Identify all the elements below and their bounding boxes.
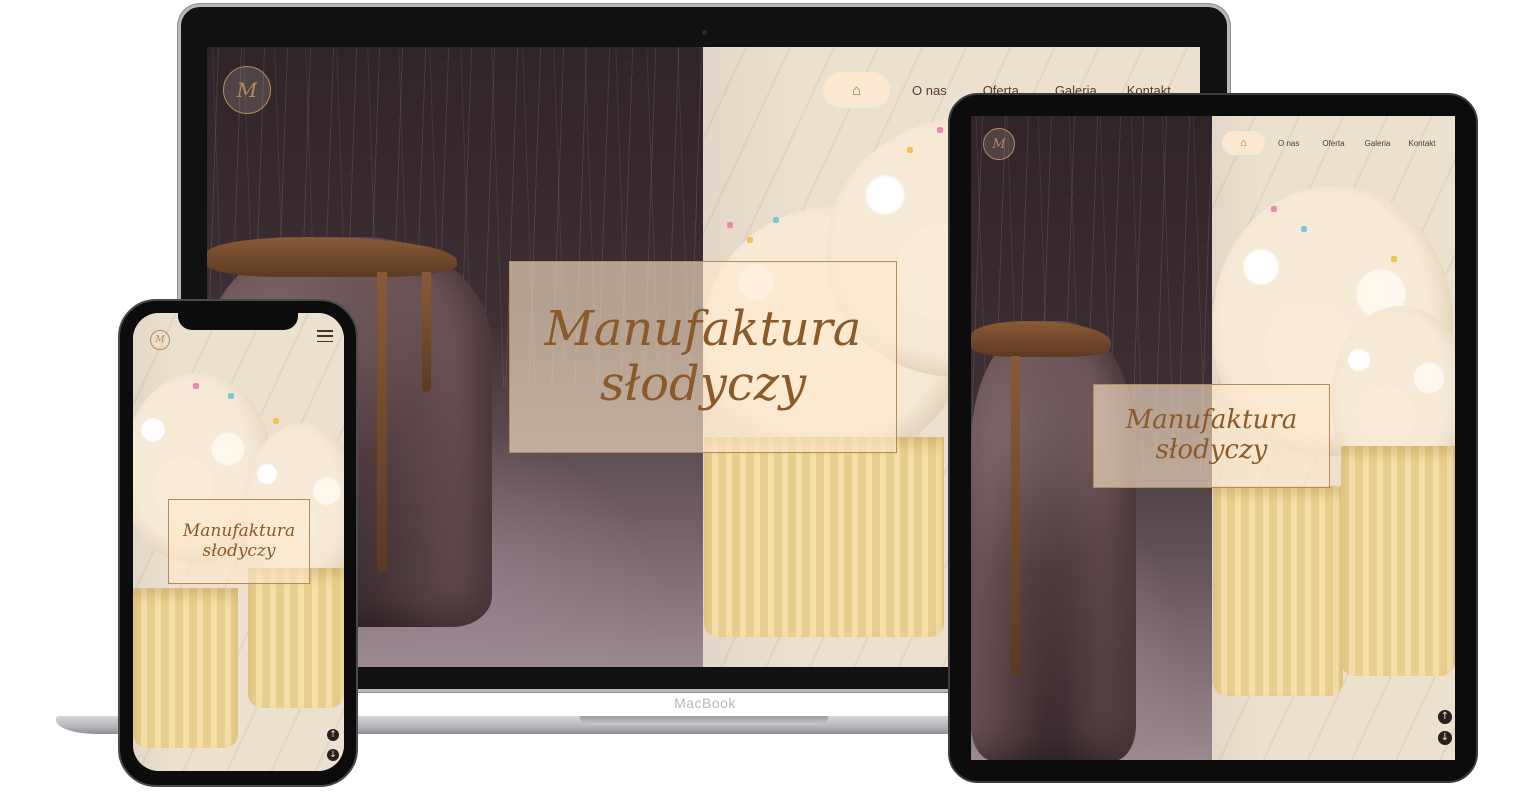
hero-title-line-2: słodyczy — [202, 540, 276, 561]
sprinkle — [193, 383, 199, 389]
sprinkle — [1301, 226, 1307, 232]
nav-item-o-nas[interactable]: O nas — [912, 83, 947, 98]
main-nav: ⌂ O nas Oferta Galeria Kontakt — [1222, 131, 1436, 155]
nav-home-button[interactable]: ⌂ — [1222, 131, 1265, 155]
cupcake-liner — [133, 588, 238, 748]
cupcake-liner — [1213, 486, 1343, 696]
site-logo[interactable]: M — [223, 66, 271, 114]
sprinkle — [907, 147, 913, 153]
hero-title-box: Manufaktura słodyczy — [168, 499, 310, 584]
home-icon: ⌂ — [851, 81, 862, 99]
scroll-up-button[interactable]: ↑ — [327, 729, 339, 741]
ipad-screen: M ⌂ O nas Oferta Galeria Kontakt Manufak… — [971, 116, 1455, 760]
iphone-notch — [178, 312, 298, 330]
sprinkle — [937, 127, 943, 133]
chocolate-drip — [422, 272, 431, 392]
sprinkle — [1391, 256, 1397, 262]
logo-mark: M — [236, 78, 258, 102]
nav-item-galeria[interactable]: Galeria — [1365, 139, 1391, 148]
sprinkle — [1271, 206, 1277, 212]
chocolate-drip — [1011, 356, 1020, 676]
hero-title-box: Manufaktura słodyczy — [1093, 384, 1330, 488]
hamburger-menu-icon[interactable] — [317, 330, 333, 342]
chocolate-drip — [377, 272, 387, 572]
scroll-down-button[interactable]: ↓ — [1438, 731, 1452, 745]
arrow-down-circle-icon: ↓ — [1440, 732, 1450, 743]
sprinkle — [773, 217, 779, 223]
macbook-camera — [702, 30, 707, 35]
iphone-screen: M Manufaktura słodyczy ↑ ↓ — [133, 313, 344, 771]
sprinkle — [747, 237, 753, 243]
nav-item-oferta[interactable]: Oferta — [1322, 139, 1344, 148]
logo-mark: M — [155, 335, 165, 345]
hero-title-box: Manufaktura słodyczy — [509, 261, 897, 453]
cupcake-liner — [704, 437, 944, 637]
arrow-down-circle-icon: ↓ — [329, 749, 337, 760]
sprinkle — [727, 222, 733, 228]
logo-mark: M — [992, 136, 1006, 152]
nav-item-o-nas[interactable]: O nas — [1278, 139, 1299, 148]
site-logo[interactable]: M — [983, 128, 1015, 160]
sprinkle — [228, 393, 234, 399]
cupcake-liner — [1341, 446, 1455, 676]
hero-title-line-2: słodyczy — [1155, 435, 1268, 465]
hero-title-line-1: Manufaktura — [182, 520, 296, 541]
arrow-up-circle-icon: ↑ — [1440, 711, 1450, 722]
macbook-brand-label: MacBook — [674, 695, 736, 711]
site-logo[interactable]: M — [150, 330, 170, 350]
hero-title-line-1: Manufaktura — [544, 300, 862, 357]
nav-item-kontakt[interactable]: Kontakt — [1408, 139, 1435, 148]
arrow-up-circle-icon: ↑ — [329, 729, 337, 740]
macbook-opening-notch — [580, 716, 828, 725]
hero-title-line-2: słodyczy — [599, 356, 807, 412]
nav-home-button[interactable]: ⌂ — [823, 72, 890, 108]
scroll-down-button[interactable]: ↓ — [327, 749, 339, 761]
home-icon: ⌂ — [1240, 137, 1247, 149]
scroll-up-button[interactable]: ↑ — [1438, 710, 1452, 724]
cupcake-liner — [248, 568, 344, 708]
hero-title-line-1: Manufaktura — [1125, 405, 1298, 436]
sprinkle — [273, 418, 279, 424]
